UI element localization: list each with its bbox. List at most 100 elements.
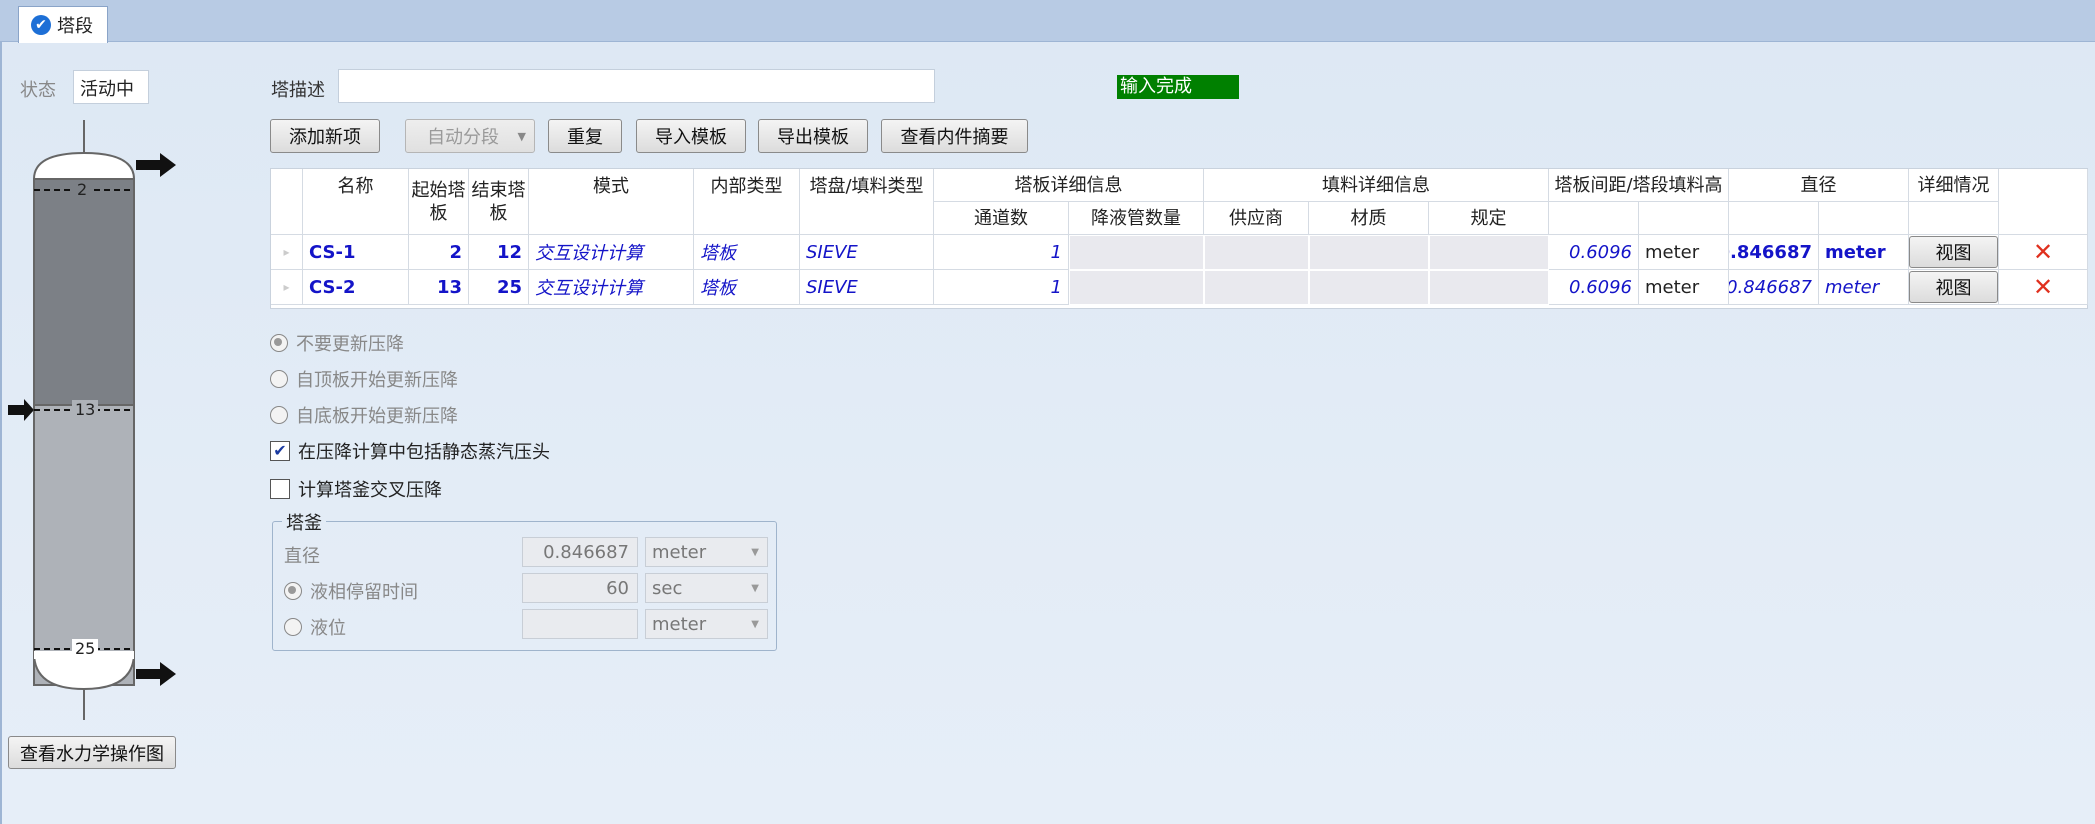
option-from-top[interactable]: 自顶板开始更新压降 [270, 366, 458, 392]
cell-diameter[interactable]: 0.846687 [1729, 235, 1819, 270]
stage-label-top: 2 [74, 180, 91, 199]
cell-mode[interactable]: 交互设计计算 [529, 270, 694, 305]
col-spacing-header[interactable]: 塔板间距/塔段填料高 [1549, 169, 1729, 202]
sump-diameter-field[interactable]: 0.846687 [522, 537, 638, 567]
status-label: 状态 [20, 80, 56, 101]
col-material-header[interactable]: 材质 [1309, 202, 1429, 235]
col-diameter-unit-header [1819, 202, 1909, 235]
cell-passes[interactable]: 1 [934, 235, 1069, 270]
option-sump-cross[interactable]: 计算塔釜交叉压降 [270, 476, 442, 502]
cell-name[interactable]: CS-1 [303, 235, 409, 270]
cell-spacing[interactable]: 0.6096 [1549, 270, 1639, 305]
stage-label-feed: 13 [72, 400, 99, 419]
cell-start[interactable]: 2 [409, 235, 469, 270]
tab-label: 塔段 [57, 16, 93, 37]
view-button[interactable]: 视图 [1909, 236, 1998, 268]
sump-level-unit-select[interactable]: meter [645, 609, 768, 639]
description-input[interactable] [338, 69, 935, 103]
col-tray-type-header[interactable]: 塔盘/填料类型 [800, 169, 934, 235]
option-no-update[interactable]: 不要更新压降 [270, 330, 404, 356]
cell-tray-type[interactable]: SIEVE [800, 235, 934, 270]
cell-passes[interactable]: 1 [934, 270, 1069, 305]
delete-row-icon[interactable]: ✕ [1999, 235, 2088, 270]
col-delete-header [1999, 169, 2088, 235]
cell-diameter[interactable]: 0.846687 [1729, 270, 1819, 305]
cell-spacing-unit[interactable]: meter [1639, 270, 1729, 305]
cell-end[interactable]: 12 [469, 235, 529, 270]
chevron-down-icon: ▼ [517, 129, 526, 143]
col-details-header[interactable]: 详细情况 [1909, 169, 1999, 202]
col-spec-header[interactable]: 规定 [1429, 202, 1549, 235]
radio-from-bottom[interactable] [270, 406, 288, 424]
packing-detail-group-header: 填料详细信息 [1204, 169, 1549, 202]
import-template-button[interactable]: 导入模板 [636, 119, 746, 153]
cell-downcomers [1069, 270, 1204, 305]
col-spacing-value-header [1549, 202, 1639, 235]
cell-details: 视图 [1909, 270, 1999, 305]
add-new-button[interactable]: 添加新项 [270, 119, 380, 153]
static-head-checkbox[interactable]: ✔ [270, 441, 290, 461]
sump-level-option[interactable]: 液位 [284, 614, 346, 640]
tab-strip [0, 0, 2095, 42]
col-passes-header[interactable]: 通道数 [934, 202, 1069, 235]
radio-residence[interactable] [284, 582, 302, 600]
sump-residence-unit-select[interactable]: sec [645, 573, 768, 603]
status-badge-text: 输入完成 [1120, 76, 1192, 97]
cell-spacing[interactable]: 0.6096 [1549, 235, 1639, 270]
auto-section-label: 自动分段 [427, 127, 499, 148]
cell-name[interactable]: CS-2 [303, 270, 409, 305]
radio-from-top[interactable] [270, 370, 288, 388]
option-from-bottom-label: 自底板开始更新压降 [296, 406, 458, 427]
cell-spec [1429, 235, 1549, 270]
row-selector-header [271, 169, 303, 235]
sump-residence-field[interactable]: 60 [522, 573, 638, 603]
row-selector[interactable]: ▸ [271, 270, 303, 305]
sump-diameter-unit-select[interactable]: meter [645, 537, 768, 567]
option-static-head[interactable]: ✔ 在压降计算中包括静态蒸汽压头 [270, 438, 550, 464]
col-vendor-header[interactable]: 供应商 [1204, 202, 1309, 235]
description-label: 塔描述 [271, 80, 325, 101]
tray-detail-group-header: 塔板详细信息 [934, 169, 1204, 202]
col-mode-header[interactable]: 模式 [529, 169, 694, 235]
col-diameter-header[interactable]: 直径 [1729, 169, 1909, 202]
view-internals-summary-button[interactable]: 查看内件摘要 [881, 119, 1028, 153]
option-sump-cross-label: 计算塔釜交叉压降 [298, 480, 442, 501]
cell-material [1309, 235, 1429, 270]
view-hydraulics-plot-button[interactable]: 查看水力学操作图 [8, 736, 176, 769]
cell-diameter-unit[interactable]: meter [1819, 235, 1909, 270]
cell-mode[interactable]: 交互设计计算 [529, 235, 694, 270]
tab-column-sections[interactable]: ✔ 塔段 [18, 6, 108, 43]
sections-grid: 名称 起始塔板 结束塔板 模式 内部类型 塔盘/填料类型 塔板详细信息 填料详细… [270, 168, 2088, 309]
export-template-button[interactable]: 导出模板 [758, 119, 868, 153]
cell-downcomers [1069, 235, 1204, 270]
sump-cross-checkbox[interactable] [270, 479, 290, 499]
cell-diameter-unit[interactable]: meter [1819, 270, 1909, 305]
radio-no-update[interactable] [270, 334, 288, 352]
cell-vendor [1204, 235, 1309, 270]
row-selector[interactable]: ▸ [271, 235, 303, 270]
sump-residence-label: 液相停留时间 [310, 582, 418, 603]
cell-tray-type[interactable]: SIEVE [800, 270, 934, 305]
radio-level[interactable] [284, 618, 302, 636]
view-button[interactable]: 视图 [1909, 271, 1998, 303]
cell-material [1309, 270, 1429, 305]
sump-level-field[interactable] [522, 609, 638, 639]
auto-section-dropdown[interactable]: 自动分段 ▼ [405, 119, 535, 153]
status-field: 活动中 [73, 70, 149, 104]
left-border [0, 42, 2, 824]
cell-internal[interactable]: 塔板 [694, 235, 800, 270]
cell-end[interactable]: 25 [469, 270, 529, 305]
delete-row-icon[interactable]: ✕ [1999, 270, 2088, 305]
col-downcomers-header[interactable]: 降液管数量 [1069, 202, 1204, 235]
cell-spacing-unit[interactable]: meter [1639, 235, 1729, 270]
repeat-button[interactable]: 重复 [548, 119, 622, 153]
col-details-sub-header [1909, 202, 1999, 235]
col-start-header[interactable]: 起始塔板 [409, 169, 469, 235]
col-name-header[interactable]: 名称 [303, 169, 409, 235]
cell-start[interactable]: 13 [409, 270, 469, 305]
sump-residence-option[interactable]: 液相停留时间 [284, 578, 418, 604]
cell-internal[interactable]: 塔板 [694, 270, 800, 305]
col-internal-header[interactable]: 内部类型 [694, 169, 800, 235]
option-from-bottom[interactable]: 自底板开始更新压降 [270, 402, 458, 428]
col-end-header[interactable]: 结束塔板 [469, 169, 529, 235]
